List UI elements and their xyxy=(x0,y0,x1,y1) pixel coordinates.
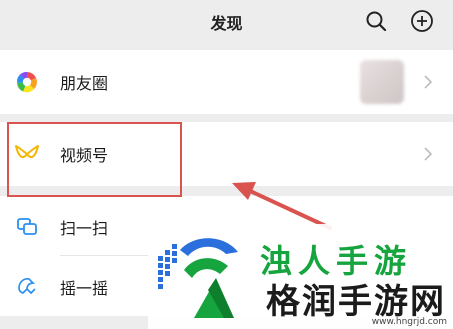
menu-item-label: 摇一摇 xyxy=(60,279,109,298)
avatar xyxy=(360,60,404,104)
menu-item-label: 朋友圈 xyxy=(60,74,109,93)
plus-circle-icon xyxy=(411,10,433,32)
brand-logo-icon xyxy=(158,238,238,318)
moments-icon xyxy=(14,69,40,95)
chevron-right-icon xyxy=(424,147,433,161)
header-bar: 发现 xyxy=(0,0,453,48)
highlight-box xyxy=(7,122,182,197)
chevron-right-icon xyxy=(424,75,433,89)
watermark-brand-name: 格润手游网 xyxy=(266,282,446,322)
shake-icon xyxy=(14,273,40,299)
search-icon xyxy=(366,11,387,32)
watermark-url: www.hngrjd.com xyxy=(371,317,447,327)
watermark: 浊人手游 格润手游网 www.hngrjd.com xyxy=(148,224,453,329)
menu-item-label: 扫一扫 xyxy=(60,219,109,238)
discover-page: 发现 朋友圈 视频号 扫一扫 摇一摇 浊人手游 格润手游网 www.hngrjd… xyxy=(0,0,453,329)
scan-icon xyxy=(14,213,40,239)
add-button[interactable] xyxy=(410,9,434,33)
menu-item-moments[interactable]: 朋友圈 xyxy=(0,50,453,114)
search-button[interactable] xyxy=(364,9,388,33)
